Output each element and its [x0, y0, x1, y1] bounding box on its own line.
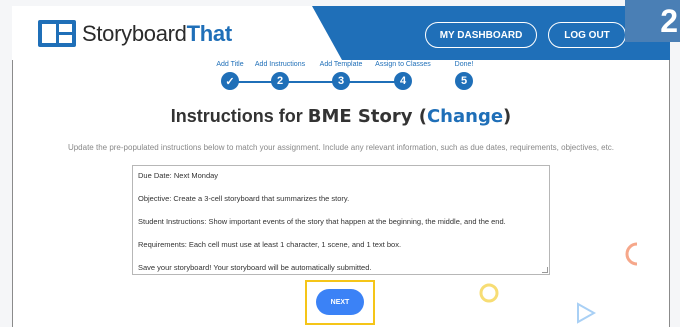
textarea-line: Save your storyboard! Your storyboard wi… — [138, 263, 372, 272]
logo-text: StoryboardThat — [82, 21, 232, 47]
step-number-badge: 2 — [625, 0, 680, 42]
progress-steps: Add Title ✓ Add Instructions 2 Add Templ… — [200, 61, 500, 91]
storyboardthat-logo[interactable]: StoryboardThat — [38, 20, 232, 47]
textarea-line: Due Date: Next Monday — [138, 171, 219, 180]
resize-handle[interactable] — [542, 267, 548, 273]
step-add-template[interactable]: Add Template 3 — [306, 61, 376, 90]
instructions-textarea[interactable]: Due Date: Next Monday Objective: Create … — [132, 165, 550, 275]
title-prefix: Instructions for — [170, 106, 308, 126]
logo-text-that: That — [186, 20, 233, 46]
step-marker: 2 — [271, 72, 289, 90]
step-done[interactable]: Done! 5 — [429, 61, 499, 90]
ring-decoration-icon — [479, 283, 499, 303]
page-title: Instructions for BME Story (Change) — [12, 106, 670, 127]
step-assign-to-classes[interactable]: Assign to Classes 4 — [368, 61, 438, 90]
step-marker: 4 — [394, 72, 412, 90]
instructions-hint: Update the pre-populated instructions be… — [67, 143, 615, 152]
change-close-paren: ) — [503, 106, 512, 127]
change-link[interactable]: Change — [427, 106, 503, 127]
arc-decoration-icon — [625, 242, 637, 266]
step-marker: 3 — [332, 72, 350, 90]
step-label: Add Template — [319, 61, 363, 68]
step-label: Assign to Classes — [375, 61, 431, 68]
story-name: BME Story — [307, 106, 413, 127]
change-open-paren: ( — [412, 106, 427, 127]
log-out-button[interactable]: LOG OUT — [548, 22, 626, 48]
storyboard-logo-icon — [38, 20, 76, 47]
step-marker: 5 — [455, 72, 473, 90]
triangle-decoration-icon — [577, 302, 596, 324]
textarea-line: Objective: Create a 3-cell storyboard th… — [138, 194, 350, 203]
my-dashboard-button[interactable]: MY DASHBOARD — [425, 22, 537, 48]
step-add-instructions[interactable]: Add Instructions 2 — [245, 61, 315, 90]
logo-text-storyboard: Storyboard — [82, 20, 187, 46]
next-highlight-box: NEXT — [305, 280, 375, 325]
step-label: Add Instructions — [254, 61, 306, 68]
step-label: Done! — [454, 61, 474, 68]
textarea-line: Requirements: Each cell must use at leas… — [138, 240, 402, 249]
textarea-line: Student Instructions: Show important eve… — [138, 217, 506, 226]
next-button[interactable]: NEXT — [316, 289, 364, 315]
checkmark-icon: ✓ — [221, 72, 239, 90]
